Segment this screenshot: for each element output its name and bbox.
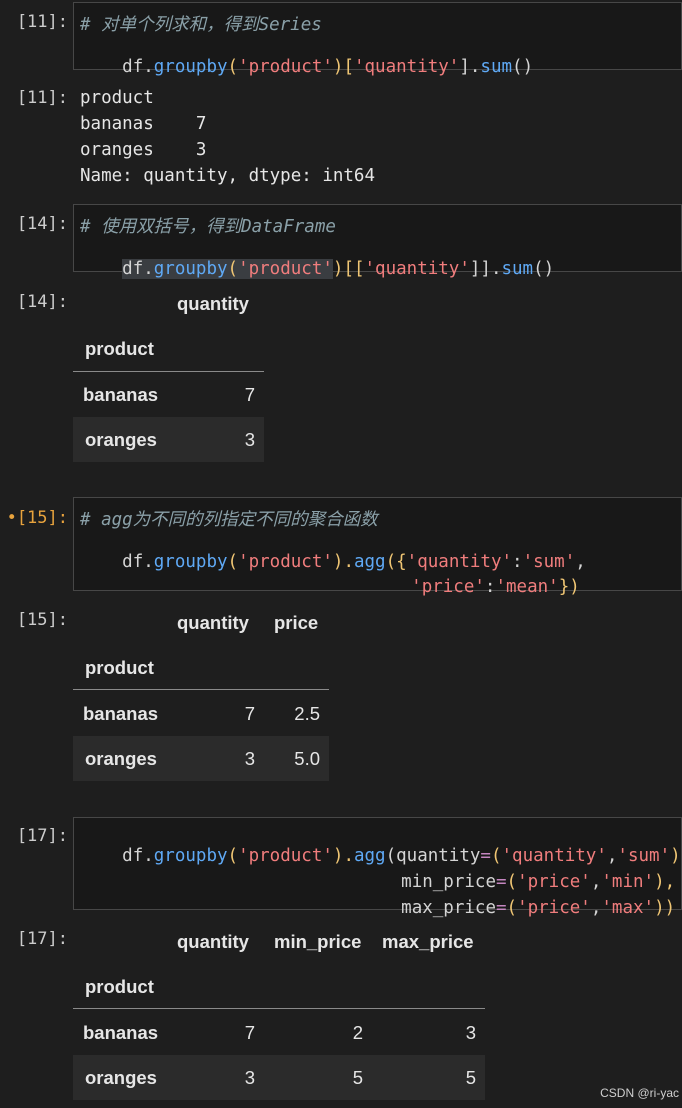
row-index: bananas (83, 703, 159, 724)
column-header: quantity (177, 612, 249, 633)
code-token-function: groupby (153, 552, 228, 572)
cell-11-input-prompt: [11]: (16, 12, 68, 32)
column-header: max_price (382, 931, 474, 952)
table-cell: 2.5 (294, 703, 320, 724)
table-cell: 7 (244, 703, 255, 724)
cell-11-output-prompt: [11]: (16, 88, 68, 108)
output-line: bananas 7 (80, 114, 207, 134)
cell-17-input-prompt: [17]: (16, 826, 68, 846)
code-token-string: 'price' (517, 898, 591, 918)
code-token: ]. (459, 57, 481, 77)
index-name: product (85, 338, 154, 359)
cell-17-dataframe: quantity min_price max_price product ban… (73, 928, 485, 1100)
cell-14-code-editor[interactable]: # 使用双括号，得到DataFrame df.groupby('product'… (73, 204, 682, 279)
code-token-function: groupby (153, 846, 228, 866)
table-cell: 3 (244, 1067, 255, 1088)
cell-15-output-prompt: [15]: (16, 610, 68, 630)
code-token: df. (122, 552, 154, 572)
code-token-string: 'mean' (495, 577, 559, 597)
row-index: bananas (83, 384, 159, 405)
output-line: oranges 3 (80, 140, 207, 160)
header-separator (73, 371, 264, 372)
code-token-string: 'quantity' (353, 57, 460, 77)
table-cell: 2 (352, 1022, 363, 1043)
cell-15-dataframe: quantity price product bananas 7 2.5 ora… (73, 609, 329, 781)
table-cell: 5.0 (294, 748, 320, 769)
code-token: : (484, 577, 496, 597)
output-line: Name: quantity, dtype: int64 (80, 166, 376, 186)
code-token: df. (122, 57, 154, 77)
code-token-string: 'product' (238, 552, 333, 572)
code-token: )[[ (332, 259, 365, 279)
code-token: ( (506, 898, 518, 918)
row-index: oranges (85, 748, 157, 769)
column-header: min_price (274, 931, 362, 952)
row-index: oranges (85, 1067, 157, 1088)
code-token: )) (654, 898, 676, 918)
code-token: () (512, 57, 534, 77)
index-name: product (85, 657, 154, 678)
code-token: ( (227, 259, 239, 279)
cell-15-comment: # agg为不同的列指定不同的聚合函数 (80, 510, 378, 530)
table-cell: 5 (465, 1067, 476, 1088)
code-token: , (590, 898, 602, 918)
code-token-string: 'price' (411, 577, 485, 597)
code-token: ( (227, 552, 239, 572)
cell-14-comment: # 使用双括号，得到DataFrame (80, 217, 336, 237)
table-cell: 3 (244, 748, 255, 769)
table-cell: 3 (465, 1022, 476, 1043)
row-index: bananas (83, 1022, 159, 1043)
header-separator (73, 1008, 485, 1009)
header-separator (73, 689, 329, 690)
column-header: quantity (177, 931, 249, 952)
code-token: ]]. (469, 259, 502, 279)
cell-14-dataframe: quantity product bananas 7 oranges 3 (73, 290, 264, 462)
code-token-string: 'product' (238, 846, 333, 866)
cell-15-input-prompt: •[15]: (6, 508, 68, 528)
code-token: df. (122, 259, 154, 279)
table-cell: 3 (244, 429, 255, 450)
code-token: df. (122, 846, 154, 866)
csdn-watermark: CSDN @ri-yac (600, 1086, 679, 1100)
row-index: oranges (85, 429, 157, 450)
code-token: )[ (332, 57, 354, 77)
column-header: price (274, 612, 319, 633)
table-cell: 7 (244, 1022, 255, 1043)
index-name: product (85, 976, 154, 997)
code-token-string: 'product' (238, 57, 333, 77)
code-token: ). (332, 552, 354, 572)
code-token: ( (227, 846, 239, 866)
code-token-function: groupby (153, 57, 228, 77)
code-token: () (533, 259, 555, 279)
code-token: max_price (401, 898, 496, 918)
cell-15-code-line-2: 'price':'mean'}) (369, 557, 580, 617)
code-token: }) (558, 577, 580, 597)
cell-17-code-editor[interactable]: df.groupby('product').agg(quantity=('qua… (73, 817, 682, 918)
cell-17-output-prompt: [17]: (16, 929, 68, 949)
code-token-function: groupby (153, 259, 228, 279)
cell-11-code-editor[interactable]: # 对单个列求和，得到Series df.groupby('product')[… (73, 2, 682, 77)
table-cell: 7 (244, 384, 255, 405)
code-token-function: sum (501, 259, 534, 279)
code-token-operator: = (495, 898, 507, 918)
code-token-function: sum (480, 57, 513, 77)
cell-11-comment: # 对单个列求和，得到Series (80, 15, 322, 35)
code-token-string: 'product' (238, 259, 333, 279)
cell-14-input-prompt: [14]: (16, 214, 68, 234)
code-token-string: 'max' (601, 898, 655, 918)
column-header: quantity (177, 293, 249, 314)
output-line: product (80, 88, 154, 108)
table-cell: 5 (352, 1067, 363, 1088)
code-token-string: 'quantity' (364, 259, 470, 279)
cell-15-code-editor[interactable]: # agg为不同的列指定不同的聚合函数 df.groupby('product'… (73, 497, 682, 597)
code-token: ). (332, 846, 354, 866)
cell-14-output-prompt: [14]: (16, 292, 68, 312)
code-token: ( (227, 57, 239, 77)
